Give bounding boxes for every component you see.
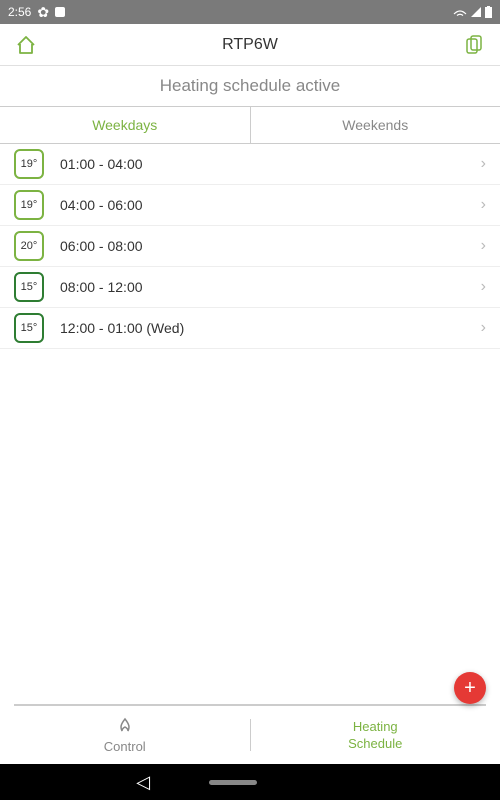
temp-badge: 19° <box>14 149 44 179</box>
flame-icon <box>114 716 136 738</box>
copy-icon <box>465 35 483 55</box>
temp-badge: 19° <box>14 190 44 220</box>
schedule-row[interactable]: 19° 01:00 - 04:00 › <box>0 144 500 185</box>
schedule-row[interactable]: 19° 04:00 - 06:00 › <box>0 185 500 226</box>
time-range: 12:00 - 01:00 (Wed) <box>60 320 481 336</box>
schedule-list: 19° 01:00 - 04:00 › 19° 04:00 - 06:00 › … <box>0 144 500 704</box>
back-button[interactable]: ◁ <box>136 772 150 793</box>
tab-heating-schedule[interactable]: Heating Schedule <box>251 719 500 751</box>
schedule-row[interactable]: 15° 12:00 - 01:00 (Wed) › <box>0 308 500 349</box>
bottom-tab-label: Control <box>104 739 146 755</box>
home-button[interactable] <box>14 33 38 57</box>
plus-icon: + <box>464 677 476 700</box>
system-nav: ◁ <box>0 764 500 800</box>
subtitle: Heating schedule active <box>0 66 500 106</box>
day-tabs: Weekdays Weekends <box>0 106 500 144</box>
status-left: 2:56 ✿ <box>8 4 65 21</box>
tab-weekends[interactable]: Weekends <box>251 107 500 143</box>
chevron-right-icon: › <box>481 278 486 296</box>
bottom-tab-label: Schedule <box>348 736 402 752</box>
status-right <box>453 6 492 18</box>
app-icon <box>55 7 65 17</box>
temp-badge: 20° <box>14 231 44 261</box>
app-header: RTP6W <box>0 24 500 66</box>
home-pill[interactable] <box>209 780 257 785</box>
tab-weekdays[interactable]: Weekdays <box>0 107 251 143</box>
chevron-right-icon: › <box>481 319 486 337</box>
add-button[interactable]: + <box>454 672 486 704</box>
bottom-tab-label: Heating <box>353 719 398 735</box>
tab-control[interactable]: Control <box>0 716 250 755</box>
chevron-right-icon: › <box>481 155 486 173</box>
time-range: 04:00 - 06:00 <box>60 197 481 213</box>
gear-icon: ✿ <box>37 4 49 21</box>
chevron-right-icon: › <box>481 237 486 255</box>
signal-icon <box>471 7 481 17</box>
copy-button[interactable] <box>462 33 486 57</box>
time-range: 06:00 - 08:00 <box>60 238 481 254</box>
schedule-row[interactable]: 20° 06:00 - 08:00 › <box>0 226 500 267</box>
time-range: 01:00 - 04:00 <box>60 156 481 172</box>
chevron-right-icon: › <box>481 196 486 214</box>
wifi-icon <box>453 7 467 17</box>
bottom-nav: Control Heating Schedule <box>0 706 500 764</box>
time-range: 08:00 - 12:00 <box>60 279 481 295</box>
status-time: 2:56 <box>8 5 31 19</box>
battery-icon <box>485 6 492 18</box>
schedule-row[interactable]: 15° 08:00 - 12:00 › <box>0 267 500 308</box>
temp-badge: 15° <box>14 313 44 343</box>
temp-badge: 15° <box>14 272 44 302</box>
status-bar: 2:56 ✿ <box>0 0 500 24</box>
home-icon <box>15 34 37 56</box>
page-title: RTP6W <box>222 36 278 54</box>
